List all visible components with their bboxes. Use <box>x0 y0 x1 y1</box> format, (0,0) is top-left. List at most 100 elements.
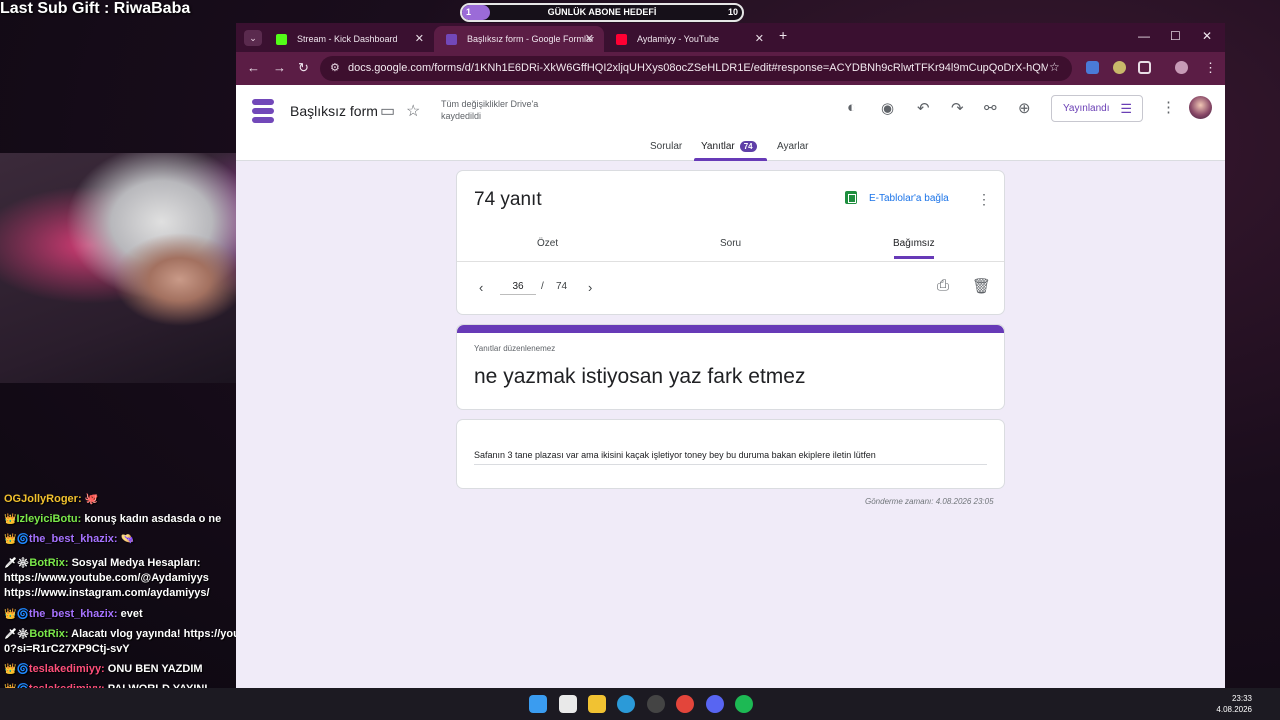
chat-message: 0?si=R1rC27XP9Ctj-svY <box>4 642 130 657</box>
tab-label: Başlıksız form - Google Formlar <box>467 34 595 44</box>
back-icon[interactable]: ← <box>247 60 260 75</box>
link-to-sheets[interactable]: E-Tablolar'a bağla <box>869 193 949 204</box>
sheets-icon <box>845 191 857 204</box>
last-sub-gift: Last Sub Gift : RiwaBaba <box>0 0 191 17</box>
chat-username[interactable]: OGJollyRoger: <box>4 493 82 505</box>
chat-message: 👑🌀the_best_khazix: evet <box>4 607 143 622</box>
tab-questions[interactable]: Sorular <box>650 141 682 152</box>
responses-content: 74 yanıt E-Tablolar'a bağla ⋮ Özet Soru … <box>236 161 1225 688</box>
new-tab-button[interactable]: + <box>779 27 787 43</box>
forms-logo-icon[interactable] <box>252 99 274 123</box>
preview-eye-icon[interactable]: ◉ <box>881 99 894 117</box>
more-options-icon[interactable]: ⋮ <box>1161 98 1176 116</box>
file-explorer-icon[interactable] <box>588 695 606 713</box>
tab-settings[interactable]: Ayarlar <box>777 141 809 152</box>
translate-extension-icon[interactable] <box>1086 61 1099 74</box>
print-icon[interactable]: ⎙ <box>937 277 949 294</box>
chat-badge-icon: 👑🌀 <box>4 664 29 675</box>
chat-text: 👒 <box>120 533 135 545</box>
chat-message: 👑🌀the_best_khazix: 👒 <box>4 532 134 547</box>
tab-summary[interactable]: Özet <box>537 238 558 249</box>
profile-icon[interactable] <box>1175 61 1188 74</box>
browser-menu-icon[interactable]: ⋮ <box>1204 60 1217 76</box>
start-icon[interactable] <box>529 695 547 713</box>
undo-icon[interactable]: ↶ <box>917 99 930 117</box>
tab-question[interactable]: Soru <box>720 238 741 249</box>
tab-youtube[interactable]: Aydamiyy - YouTube ✕ <box>604 26 774 52</box>
bookmark-star-icon[interactable]: ☆ <box>1049 60 1060 74</box>
chat-badge-icon: 👑 <box>4 514 17 525</box>
trash-icon[interactable]: 🗑 <box>972 277 991 295</box>
published-button[interactable]: Yayınlandı ☰ <box>1051 95 1143 122</box>
folder-icon[interactable]: ▭ <box>380 101 395 121</box>
chevron-left-icon[interactable]: ‹ <box>479 280 483 295</box>
tab-responses-label: Yanıtlar <box>701 141 735 152</box>
taskbar: 23:33 4.08.2026 <box>0 688 1280 720</box>
response-index-input[interactable]: 36 <box>500 281 536 295</box>
more-options-icon[interactable]: ⋮ <box>977 191 991 208</box>
close-icon[interactable]: ✕ <box>755 26 764 52</box>
chat-text: https://www.instagram.com/aydamiyys/ <box>4 587 210 599</box>
obs-icon[interactable] <box>647 695 665 713</box>
chat-message: 🗡❇BotRix: Sosyal Medya Hesapları: <box>4 556 201 571</box>
tab-bar: ⌄ Stream - Kick Dashboard ✕ Başlıksız fo… <box>236 23 1225 52</box>
forms-header: Başlıksız form ▭ ☆ Tüm değişiklikler Dri… <box>236 85 1225 161</box>
chat-username[interactable]: the_best_khazix: <box>29 533 118 545</box>
palette-icon[interactable]: ◐ <box>847 99 856 116</box>
star-icon[interactable]: ☆ <box>406 101 420 121</box>
tab-google-forms[interactable]: Başlıksız form - Google Formlar ✕ <box>434 26 604 52</box>
link-icon[interactable]: ⚯ <box>984 99 997 117</box>
chat-badge-icon: 🗡❇ <box>4 629 30 640</box>
card-accent-bar <box>457 325 1004 333</box>
tab-label: Aydamiyy - YouTube <box>637 34 720 44</box>
tab-kick-dashboard[interactable]: Stream - Kick Dashboard ✕ <box>264 26 434 52</box>
chat-message: 👑IzleyiciBotu: konuş kadın asdasda o ne <box>4 512 221 527</box>
close-icon[interactable]: ✕ <box>415 26 424 52</box>
minimize-icon[interactable]: — <box>1138 29 1150 43</box>
maximize-icon[interactable]: ☐ <box>1170 29 1181 43</box>
task-view-icon[interactable] <box>559 695 577 713</box>
goal-end: 10 <box>727 7 738 17</box>
chat-text: 0?si=R1rC27XP9Ctj-svY <box>4 643 130 655</box>
tune-icon: ☰ <box>1120 101 1132 116</box>
kick-icon <box>276 34 287 45</box>
reload-icon[interactable]: ↻ <box>298 60 309 76</box>
extension-icon[interactable] <box>1113 61 1126 74</box>
form-tabs: Sorular Yanıtlar 74 Ayarlar <box>236 141 1225 161</box>
close-window-icon[interactable]: ✕ <box>1202 29 1212 43</box>
chat-username[interactable]: teslakedimiyy: <box>29 663 105 675</box>
clock[interactable]: 23:33 4.08.2026 <box>1214 693 1252 715</box>
chat-username[interactable]: IzleyiciBotu: <box>16 513 81 525</box>
spotify-icon[interactable] <box>735 695 753 713</box>
url-field[interactable]: ⚙ docs.google.com/forms/d/1KNh1E6DRi-XkW… <box>320 56 1072 81</box>
tab-individual[interactable]: Bağımsız <box>893 238 935 249</box>
redo-icon[interactable]: ↷ <box>951 99 964 117</box>
divider <box>457 261 1004 262</box>
close-icon[interactable]: ✕ <box>585 26 594 52</box>
goal-title: GÜNLÜK ABONE HEDEFİ <box>547 7 657 17</box>
chat-message: https://www.youtube.com/@Aydamiyys <box>4 571 209 586</box>
chat-username[interactable]: BotRix: <box>29 628 68 640</box>
avatar[interactable] <box>1189 96 1212 119</box>
pager-total: 74 <box>556 281 568 292</box>
answer-card: Safanın 3 tane plazası var ama ikisini k… <box>456 419 1005 489</box>
chat-message: OGJollyRoger: 🐙 <box>4 492 98 507</box>
forward-icon[interactable]: → <box>273 60 286 75</box>
chat-text: Sosyal Medya Hesapları: <box>71 557 201 569</box>
chat-badge-icon: 👑🌀 <box>4 534 29 545</box>
edge-icon[interactable] <box>617 695 635 713</box>
chat-username[interactable]: the_best_khazix: <box>29 608 118 620</box>
form-title[interactable]: Başlıksız form <box>290 103 378 119</box>
site-info-icon[interactable]: ⚙ <box>330 61 340 74</box>
discord-icon[interactable] <box>706 695 724 713</box>
chrome-icon[interactable] <box>676 695 694 713</box>
browser-window: ⌄ Stream - Kick Dashboard ✕ Başlıksız fo… <box>236 23 1225 688</box>
chevron-right-icon[interactable]: › <box>588 280 592 295</box>
chat-badge-icon: 🗡❇ <box>4 558 30 569</box>
puzzle-icon[interactable] <box>1138 61 1151 74</box>
add-collaborator-icon[interactable]: ⊕ <box>1018 99 1031 117</box>
chat-username[interactable]: BotRix: <box>29 557 68 569</box>
chat-message: https://www.instagram.com/aydamiyys/ <box>4 586 210 601</box>
tab-search-button[interactable]: ⌄ <box>244 30 262 46</box>
tab-responses[interactable]: Yanıtlar 74 <box>701 141 757 152</box>
